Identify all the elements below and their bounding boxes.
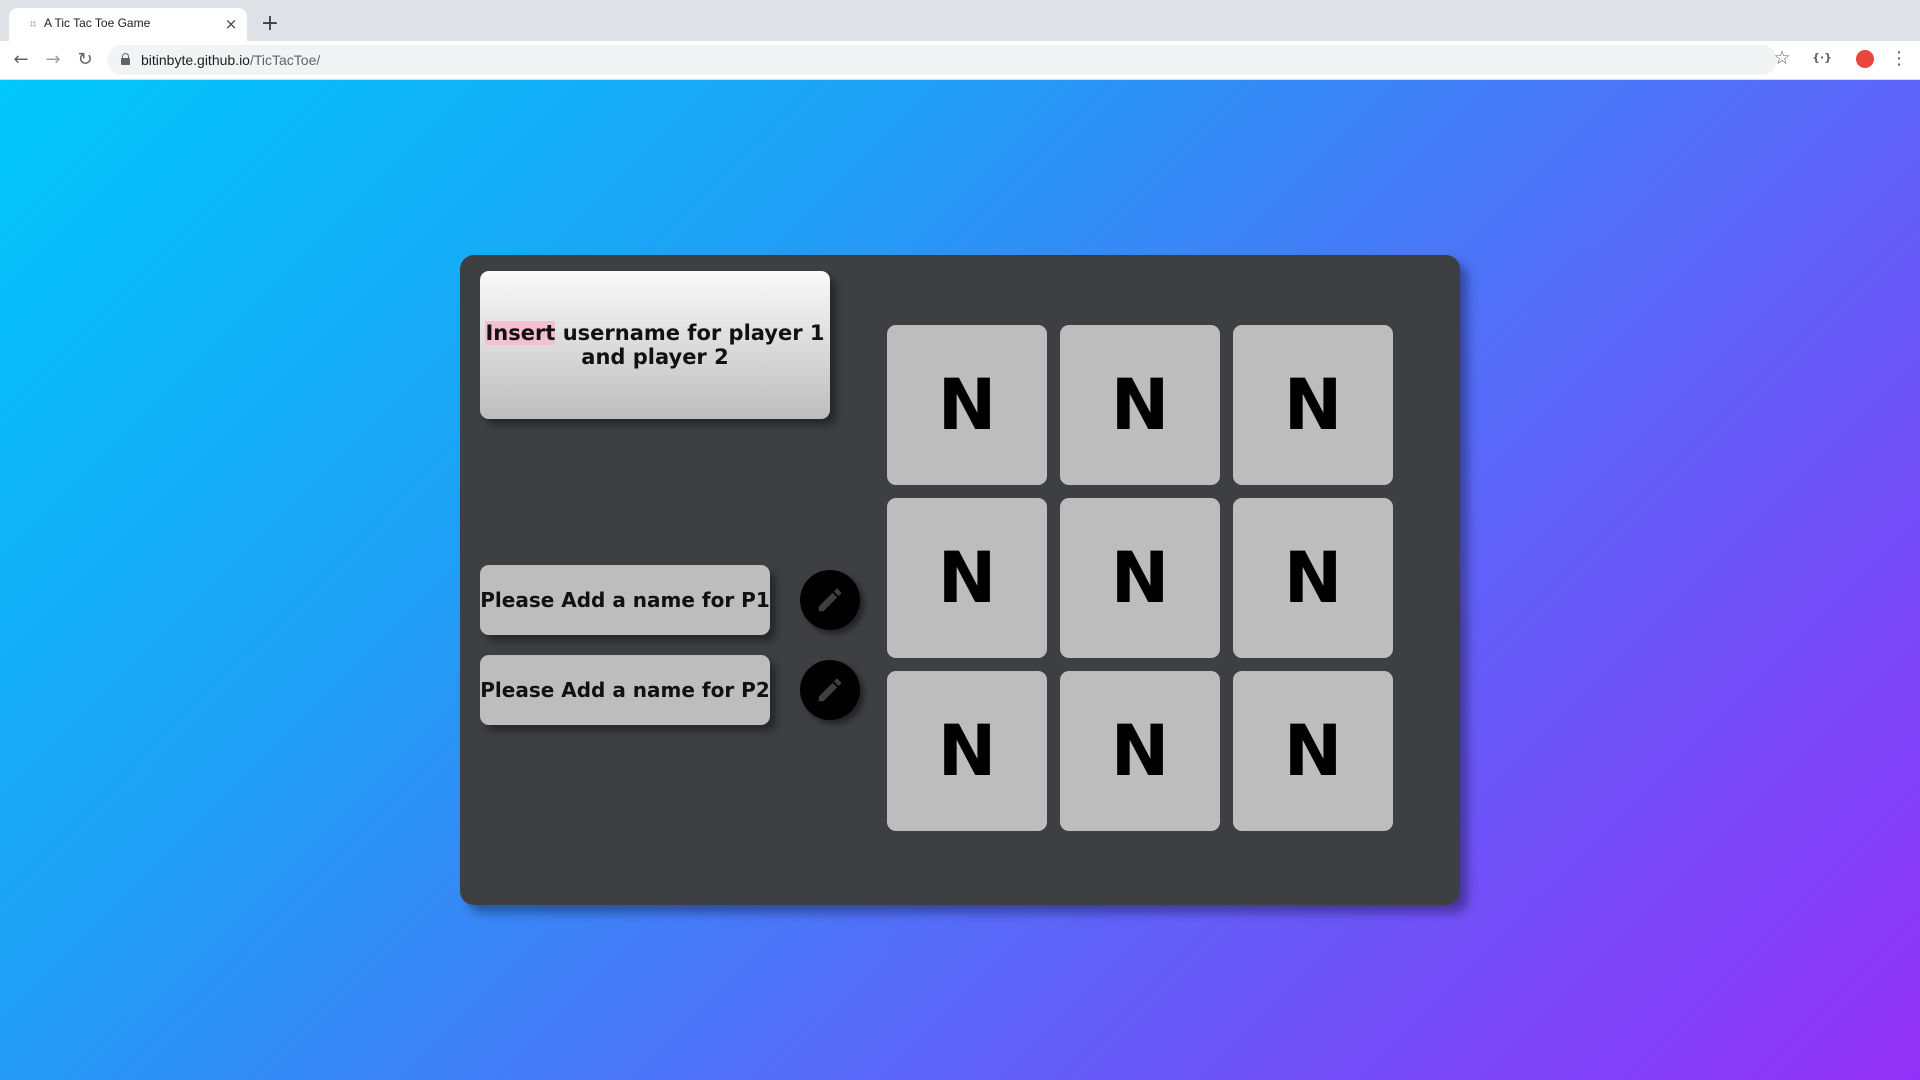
status-message: Insert username for player 1 and player … <box>485 321 825 369</box>
player-2-row: Please Add a name for P2 <box>480 655 860 727</box>
edit-player-1-button[interactable] <box>800 570 860 630</box>
message-highlight: Insert <box>485 321 556 345</box>
board-cell-4[interactable]: N <box>887 498 1047 658</box>
page-background: Insert username for player 1 and player … <box>0 80 1920 1080</box>
tab-title: A Tic Tac Toe Game <box>44 16 151 30</box>
board-cell-5[interactable]: N <box>1060 498 1220 658</box>
message-panel: Insert username for player 1 and player … <box>480 271 830 419</box>
game-board: N N N N N N N N N <box>887 325 1393 831</box>
browser-tab[interactable]: ⌗ A Tic Tac Toe Game × <box>9 8 247 41</box>
player-1-name: Please Add a name for P1 <box>480 565 770 635</box>
kebab-menu-icon[interactable]: ⋮ <box>1889 49 1909 69</box>
bookmark-star-icon[interactable]: ☆ <box>1772 48 1792 68</box>
pencil-icon <box>818 588 842 612</box>
reload-icon[interactable]: ↻ <box>72 48 98 74</box>
player-2-name: Please Add a name for P2 <box>480 655 770 725</box>
board-cell-2[interactable]: N <box>1060 325 1220 485</box>
url-host: bitinbyte.github.io <box>141 52 250 68</box>
board-cell-9[interactable]: N <box>1233 671 1393 831</box>
favicon-icon: ⌗ <box>29 17 37 32</box>
url-text: bitinbyte.github.io/TicTacToe/ <box>141 52 320 68</box>
tab-strip: ⌗ A Tic Tac Toe Game × + <box>0 0 1920 41</box>
board-cell-8[interactable]: N <box>1060 671 1220 831</box>
board-cell-6[interactable]: N <box>1233 498 1393 658</box>
back-arrow-icon[interactable]: ← <box>8 48 34 74</box>
profile-avatar[interactable] <box>1856 50 1874 68</box>
browser-toolbar: ← → ↻ bitinbyte.github.io/TicTacToe/ <box>0 41 1920 80</box>
pencil-icon <box>818 678 842 702</box>
close-tab-icon[interactable]: × <box>222 15 240 33</box>
edit-player-2-button[interactable] <box>800 660 860 720</box>
message-rest: username for player 1 and player 2 <box>555 321 825 369</box>
new-tab-button[interactable]: + <box>258 13 282 37</box>
forward-arrow-icon[interactable]: → <box>40 48 66 74</box>
lock-icon <box>121 53 130 65</box>
board-cell-3[interactable]: N <box>1233 325 1393 485</box>
extension-icon[interactable]: {·} <box>1810 50 1834 66</box>
address-bar[interactable]: bitinbyte.github.io/TicTacToe/ <box>107 45 1777 75</box>
board-cell-7[interactable]: N <box>887 671 1047 831</box>
board-cell-1[interactable]: N <box>887 325 1047 485</box>
player-1-row: Please Add a name for P1 <box>480 565 860 637</box>
game-card: Insert username for player 1 and player … <box>460 255 1460 905</box>
url-path: /TicTacToe/ <box>249 52 321 68</box>
